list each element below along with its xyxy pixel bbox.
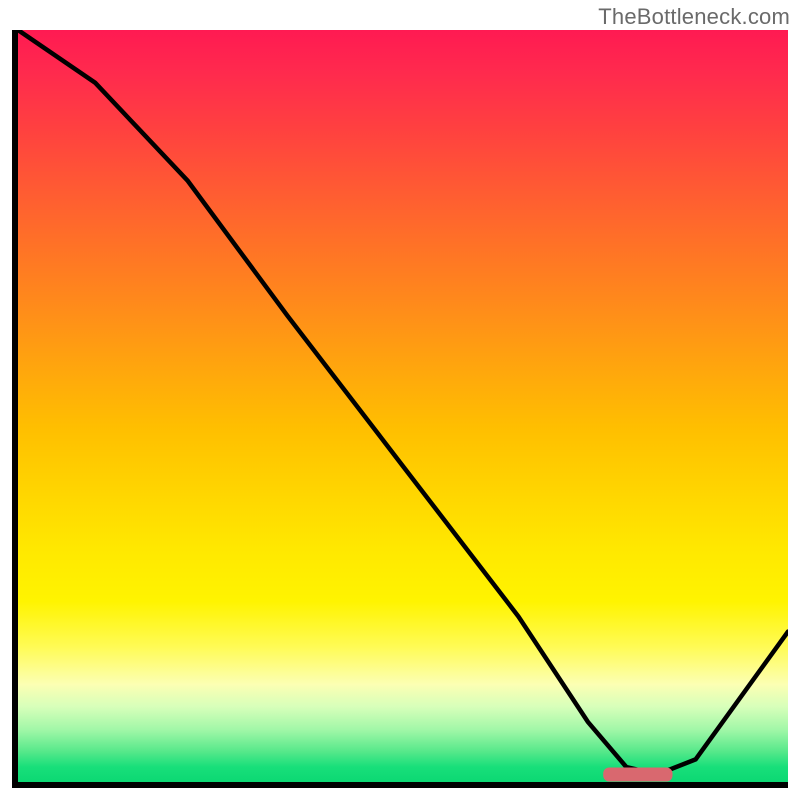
chart-container: TheBottleneck.com: [0, 0, 800, 800]
plot-area: [18, 30, 788, 782]
chart-svg: [18, 30, 788, 782]
optimum-marker: [603, 768, 672, 782]
bottleneck-curve-path: [18, 30, 788, 775]
watermark-text: TheBottleneck.com: [598, 4, 790, 30]
